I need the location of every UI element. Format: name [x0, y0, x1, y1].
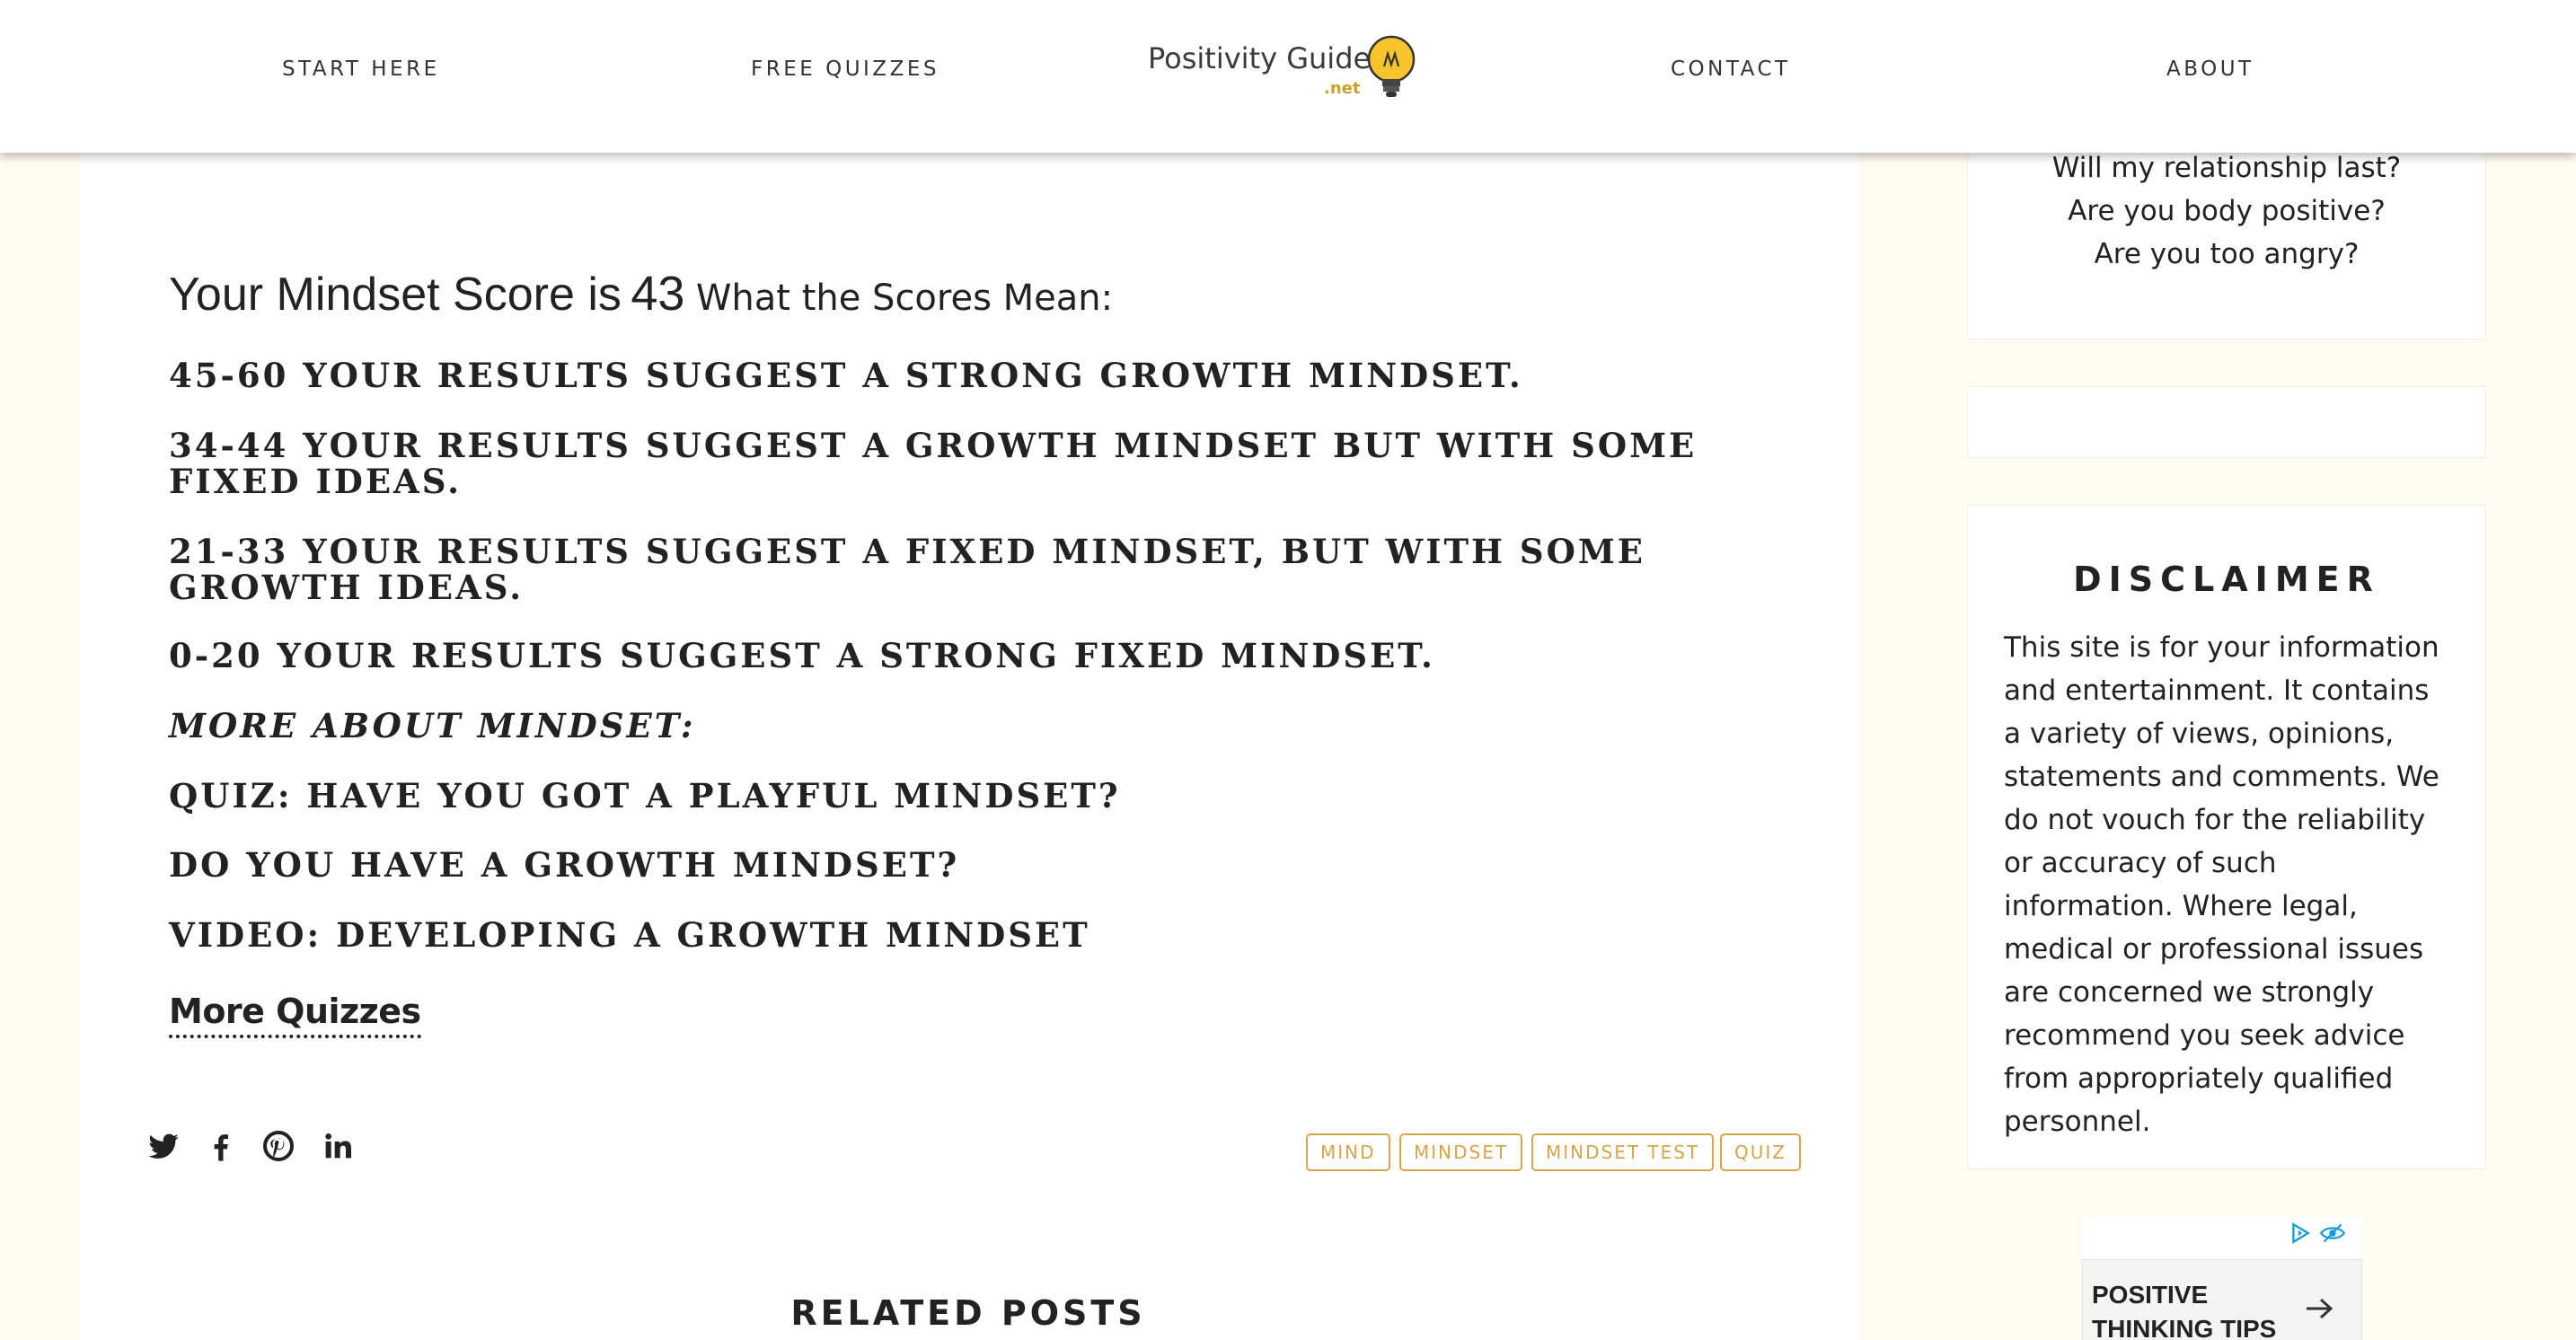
lightbulb-icon	[1367, 35, 1416, 97]
result-heading-34-44: 34-44 Your results suggest a growth mind…	[169, 426, 1698, 501]
linkedin-icon[interactable]	[320, 1128, 356, 1164]
logo-name: Positivity Guides	[1148, 41, 1386, 75]
tag-mindset-test[interactable]: MINDSET TEST	[1531, 1133, 1715, 1171]
quiz-link-angry[interactable]: Are you too angry?	[1968, 233, 2485, 276]
more-about-mindset-heading: More about mindset:	[169, 706, 696, 745]
disclaimer-text: This site is for your information and en…	[2004, 631, 2439, 1138]
sidebar-ad[interactable]: POSITIVE THINKING TIPS	[2082, 1216, 2362, 1340]
sidebar-empty-widget	[1967, 386, 2486, 458]
quiz-link-body-positive[interactable]: Are you body positive?	[1968, 190, 2485, 233]
score-value: 43	[631, 267, 685, 321]
link-playful-mindset-quiz[interactable]: Quiz: Have You Got a Playful Mindset?	[169, 778, 1804, 814]
result-heading-21-33: 21-33 Your results suggest a fixed minds…	[169, 532, 1646, 607]
quiz-link-relationship[interactable]: Will my relationship last?	[1968, 146, 2485, 190]
score-line: Your Mindset Score is 43 What the Scores…	[169, 266, 1113, 322]
result-heading-0-20: 0-20 Your results suggest a strong fixed…	[169, 636, 1435, 675]
nav-contact[interactable]: CONTACT	[1671, 57, 1791, 81]
facebook-icon[interactable]	[203, 1128, 239, 1164]
nav-free-quizzes[interactable]: FREE QUIZZES	[751, 57, 940, 81]
result-heading-45-60: 45-60 Your results suggest a strong grow…	[169, 356, 1523, 395]
tag-mindset[interactable]: MINDSET	[1399, 1133, 1523, 1171]
score-label: Your Mindset Score is	[169, 269, 622, 321]
hide-ad-icon[interactable]	[2319, 1221, 2346, 1245]
logo-tld: .net	[1324, 79, 1361, 98]
ad-card[interactable]: POSITIVE THINKING TIPS	[2082, 1259, 2362, 1340]
site-header: START HERE FREE QUIZZES Positivity Guide…	[0, 0, 2576, 153]
nav-about[interactable]: ABOUT	[2166, 57, 2254, 81]
adchoices-icon[interactable]	[2289, 1221, 2312, 1245]
tag-mind[interactable]: MIND	[1306, 1133, 1390, 1171]
twitter-icon[interactable]	[146, 1128, 181, 1164]
pinterest-icon[interactable]	[260, 1128, 296, 1164]
link-growth-mindset-quiz[interactable]: Do You Have a Growth Mindset?	[169, 847, 1804, 883]
article-content: Your Mindset Score is 43 What the Scores…	[79, 135, 1857, 1340]
sidebar-disclaimer: DISCLAIMER This site is for your informa…	[1967, 505, 2486, 1169]
arrow-right-icon	[2307, 1298, 2333, 1319]
nav-start-here[interactable]: START HERE	[282, 57, 440, 81]
ad-controls	[2280, 1216, 2351, 1245]
more-quizzes-link[interactable]: More Quizzes	[169, 992, 421, 1038]
link-growth-mindset-video[interactable]: Video: Developing a Growth Mindset	[169, 917, 1804, 953]
ad-card-text: POSITIVE THINKING TIPS	[2092, 1281, 2277, 1340]
tag-quiz[interactable]: QUIZ	[1720, 1133, 1801, 1171]
related-posts-heading: RELATED POSTS	[790, 1293, 1146, 1333]
scores-mean-heading: What the Scores Mean:	[695, 278, 1114, 319]
disclaimer-title: DISCLAIMER	[2073, 560, 2380, 599]
site-logo[interactable]: Positivity Guides .net	[1148, 34, 1417, 104]
